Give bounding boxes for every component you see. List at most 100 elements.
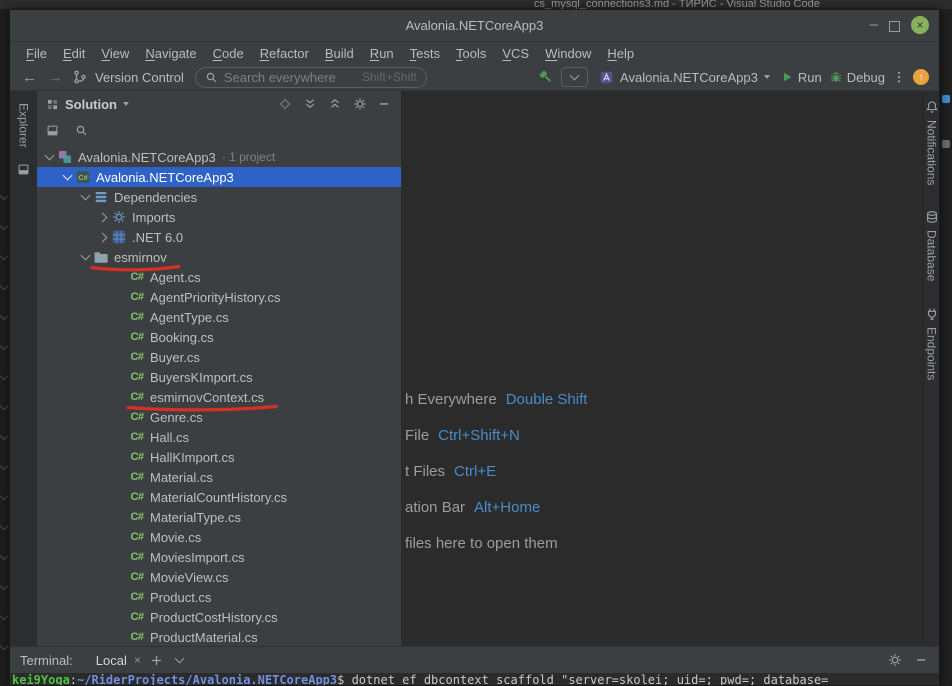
chevron-down-icon[interactable]	[77, 255, 93, 259]
tree-item-agenttype-cs[interactable]: C#AgentType.cs	[37, 307, 401, 327]
main-area: Explorer Solution	[10, 91, 939, 646]
database-icon	[925, 209, 939, 225]
tree-item-label: Material.cs	[150, 470, 213, 485]
build-hammer-icon[interactable]	[538, 69, 554, 85]
locate-file-icon[interactable]	[278, 96, 292, 112]
terminal-dropdown-icon[interactable]	[172, 658, 188, 662]
csharp-icon: C#	[129, 289, 145, 305]
update-notification-dot[interactable]	[913, 69, 929, 85]
search-everywhere-box[interactable]: Search everywhere Shift+Shift	[195, 67, 427, 88]
solution-panel-toolbar	[37, 117, 401, 143]
new-terminal-icon[interactable]	[150, 652, 163, 668]
background-fold-chevron	[0, 612, 8, 620]
minimize-button[interactable]: –	[870, 16, 878, 34]
maximize-button[interactable]	[889, 21, 900, 32]
background-fold-chevron	[0, 492, 8, 500]
menu-build[interactable]: Build	[317, 46, 362, 61]
tree-item-moviesimport-cs[interactable]: C#MoviesImport.cs	[37, 547, 401, 567]
close-button[interactable]	[911, 16, 929, 34]
toolbar-dropdown[interactable]	[561, 67, 588, 87]
shortcut-hint-line: FileCtrl+Shift+N	[405, 417, 587, 453]
run-button[interactable]: Run	[780, 69, 822, 85]
tree-item-esmirnov[interactable]: esmirnov	[37, 247, 401, 267]
tree-item-movieview-cs[interactable]: C#MovieView.cs	[37, 567, 401, 587]
tool-button-explorer[interactable]: Explorer	[17, 103, 31, 148]
csharp-icon: C#	[129, 349, 145, 365]
menu-navigate[interactable]: Navigate	[137, 46, 204, 61]
chevron-right-icon[interactable]	[95, 214, 111, 221]
tool-button-notifications[interactable]: Notifications	[925, 99, 939, 185]
tree-item-imports[interactable]: Imports	[37, 207, 401, 227]
view-mode-icon[interactable]	[46, 122, 59, 138]
menu-run[interactable]: Run	[362, 46, 402, 61]
more-actions-icon[interactable]	[892, 69, 906, 85]
menu-window[interactable]: Window	[537, 46, 599, 61]
tool-button-endpoints[interactable]: Endpoints	[925, 306, 939, 380]
terminal-right-icons	[888, 652, 929, 668]
tree-item-avalonia-netcoreapp3[interactable]: Avalonia.NETCoreApp3· 1 project	[37, 147, 401, 167]
terminal-command: dotnet ef dbcontext scaffold "server=sko…	[344, 673, 828, 685]
run-config-name: Avalonia.NETCoreApp3	[620, 70, 758, 85]
tool-button-database[interactable]: Database	[925, 209, 939, 281]
terminal-output[interactable]: kei9Yoga:~/RiderProjects/Avalonia.NETCor…	[10, 673, 939, 685]
menu-edit[interactable]: Edit	[55, 46, 93, 61]
tree-item-esmirnovcontext-cs[interactable]: C#esmirnovContext.cs	[37, 387, 401, 407]
menu-help[interactable]: Help	[599, 46, 642, 61]
rider-titlebar[interactable]: Avalonia.NETCoreApp3 –	[10, 10, 939, 42]
tree-item-buyerskimport-cs[interactable]: C#BuyersKImport.cs	[37, 367, 401, 387]
tree-item-productmaterial-cs[interactable]: C#ProductMaterial.cs	[37, 627, 401, 646]
back-button[interactable]: ←	[20, 70, 39, 85]
tree-item-materialtype-cs[interactable]: C#MaterialType.cs	[37, 507, 401, 527]
menu-code[interactable]: Code	[205, 46, 252, 61]
forward-button[interactable]: →	[46, 70, 65, 85]
chevron-right-icon[interactable]	[95, 234, 111, 241]
terminal-tab-local[interactable]: Local ×	[96, 653, 141, 668]
window-title: Avalonia.NETCoreApp3	[10, 18, 939, 33]
background-vscode-titlebar[interactable]: cs_mysql_connections3.md - ТИРИС - Visua…	[0, 0, 952, 9]
tool-window-icon[interactable]	[16, 162, 32, 178]
chevron-down-icon[interactable]	[77, 195, 93, 199]
gear-icon[interactable]	[888, 652, 902, 668]
tree-item-booking-cs[interactable]: C#Booking.cs	[37, 327, 401, 347]
search-icon[interactable]	[75, 122, 88, 138]
menu-tools[interactable]: Tools	[448, 46, 494, 61]
run-config-selector[interactable]: Avalonia.NETCoreApp3	[595, 69, 773, 85]
caret-down-icon[interactable]	[123, 102, 129, 106]
tree-item-material-cs[interactable]: C#Material.cs	[37, 467, 401, 487]
tree-item-genre-cs[interactable]: C#Genre.cs	[37, 407, 401, 427]
tree-item-product-cs[interactable]: C#Product.cs	[37, 587, 401, 607]
tree-item-hallkimport-cs[interactable]: C#HallKImport.cs	[37, 447, 401, 467]
panel-title[interactable]: Solution	[65, 97, 117, 112]
debug-button[interactable]: Debug	[829, 69, 885, 85]
tree-item-dependencies[interactable]: Dependencies	[37, 187, 401, 207]
menu-refactor[interactable]: Refactor	[252, 46, 317, 61]
expand-all-icon[interactable]	[303, 96, 317, 112]
tree-item-productcosthistory-cs[interactable]: C#ProductCostHistory.cs	[37, 607, 401, 627]
collapse-all-icon[interactable]	[328, 96, 342, 112]
hide-panel-icon[interactable]	[915, 652, 929, 668]
tree-item--net-6-0[interactable]: .NET 6.0	[37, 227, 401, 247]
menu-vcs[interactable]: VCS	[494, 46, 537, 61]
tree-item-label: MaterialType.cs	[150, 510, 241, 525]
tree-item-buyer-cs[interactable]: C# Buyer.cs	[37, 347, 401, 367]
editor-area[interactable]: h EverywhereDouble ShiftFileCtrl+Shift+N…	[402, 91, 923, 646]
version-control-widget[interactable]: Version Control	[95, 70, 184, 85]
tree-item-movie-cs[interactable]: C#Movie.cs	[37, 527, 401, 547]
tree-item-label: Buyer.cs	[150, 350, 200, 365]
project-icon: C#	[75, 169, 91, 185]
hide-panel-icon[interactable]	[378, 96, 392, 112]
menu-view[interactable]: View	[93, 46, 137, 61]
gear-icon[interactable]	[353, 96, 367, 112]
background-vscode-left-edge	[0, 9, 9, 686]
menu-file[interactable]: File	[18, 46, 55, 61]
tree-item-materialcounthistory-cs[interactable]: C#MaterialCountHistory.cs	[37, 487, 401, 507]
shortcut-hint-line: files here to open them	[405, 525, 587, 561]
tree-item-avalonia-netcoreapp3[interactable]: C#Avalonia.NETCoreApp3	[37, 167, 401, 187]
chevron-down-icon[interactable]	[59, 175, 75, 179]
menu-tests[interactable]: Tests	[402, 46, 448, 61]
chevron-down-icon[interactable]	[41, 155, 57, 159]
close-tab-icon[interactable]: ×	[134, 653, 141, 667]
tree-item-agentpriorityhistory-cs[interactable]: C#AgentPriorityHistory.cs	[37, 287, 401, 307]
tree-item-hall-cs[interactable]: C#Hall.cs	[37, 427, 401, 447]
tree-item-agent-cs[interactable]: C#Agent.cs	[37, 267, 401, 287]
